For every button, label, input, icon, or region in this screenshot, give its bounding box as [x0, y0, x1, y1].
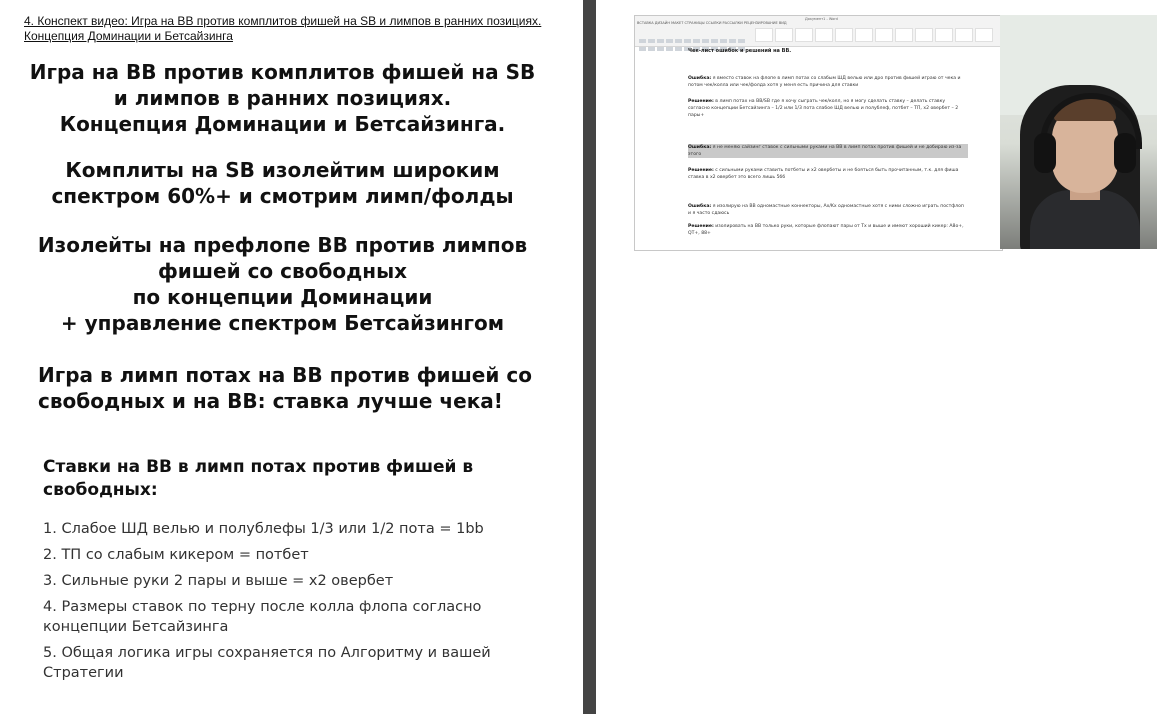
ribbon-tabs[interactable]: ВСТАВКА ДИЗАЙН МАКЕТ СТРАНИЦЫ ССЫЛКИ РАС… [637, 21, 787, 25]
word-ribbon[interactable]: Документ1 - Word ВСТАВКА ДИЗАЙН МАКЕТ СТ… [635, 16, 1002, 51]
doc-paragraph-solution-2: Решение: с сильными руками ставить потбе… [688, 168, 959, 180]
slide-heading-complete-sb: Комплиты на SB изолейтим широким спектро… [51, 158, 514, 208]
word-document-window[interactable]: Документ1 - Word ВСТАВКА ДИЗАЙН МАКЕТ СТ… [634, 15, 1003, 251]
doc-paragraph-mistake-3: Ошибка: я изолирую на BB одномастные кон… [688, 204, 964, 216]
list-item: 5. Общая логика игры сохраняется по Алго… [43, 645, 491, 681]
stakes-list: 1. Слабое ШД велью и полублефы 1/3 или 1… [43, 519, 543, 689]
panel-divider [583, 0, 596, 714]
slide-heading-preflop-isolates: Изолейты на префлопе BB против лимпов фи… [37, 233, 528, 335]
caption-text: 4. Конспект видео: Игра на BB против ком… [24, 14, 542, 43]
stakes-section-title: Ставки на BB в лимп потах против фишей в… [43, 457, 474, 500]
doc-paragraph-mistake-2: Ошибка: я не меняю сайзинг ставок с силь… [688, 144, 968, 158]
slide-title: Игра на BB против комплитов фишей на SB … [29, 60, 536, 136]
doc-paragraph-solution-1: Решение: в лимп потах на BB/SB где я хоч… [688, 99, 959, 118]
doc-paragraph-mistake-1: Ошибка: я вместо ставок на флопе в лимп … [688, 76, 961, 88]
list-item: 2. ТП со слабым кикером = потбет [43, 547, 309, 563]
document-heading: Чек-лист ошибок и решений на BB. [688, 48, 792, 54]
doc-paragraph-solution-3: Решение: изолировать на BB только руки, … [688, 224, 964, 236]
styles-gallery[interactable] [755, 27, 995, 42]
webcam-video [1000, 15, 1157, 249]
video-caption: 4. Конспект видео: Игра на BB против ком… [24, 14, 569, 44]
screen-capture-area: Документ1 - Word ВСТАВКА ДИЗАЙН МАКЕТ СТ… [596, 0, 1170, 714]
document-page[interactable]: Чек-лист ошибок и решений на BB. Ошибка:… [643, 48, 988, 248]
window-title: Документ1 - Word [805, 17, 838, 21]
list-item: 3. Сильные руки 2 пары и выше = x2 оверб… [43, 573, 394, 589]
presentation-slide: 4. Конспект видео: Игра на BB против ком… [0, 0, 583, 714]
list-item: 1. Слабое ШД велью и полублефы 1/3 или 1… [43, 521, 484, 537]
list-item: 4. Размеры ставок по терну после колла ф… [43, 599, 482, 635]
slide-heading-limp-pots: Игра в лимп потах на BB против фишей со … [38, 363, 532, 413]
